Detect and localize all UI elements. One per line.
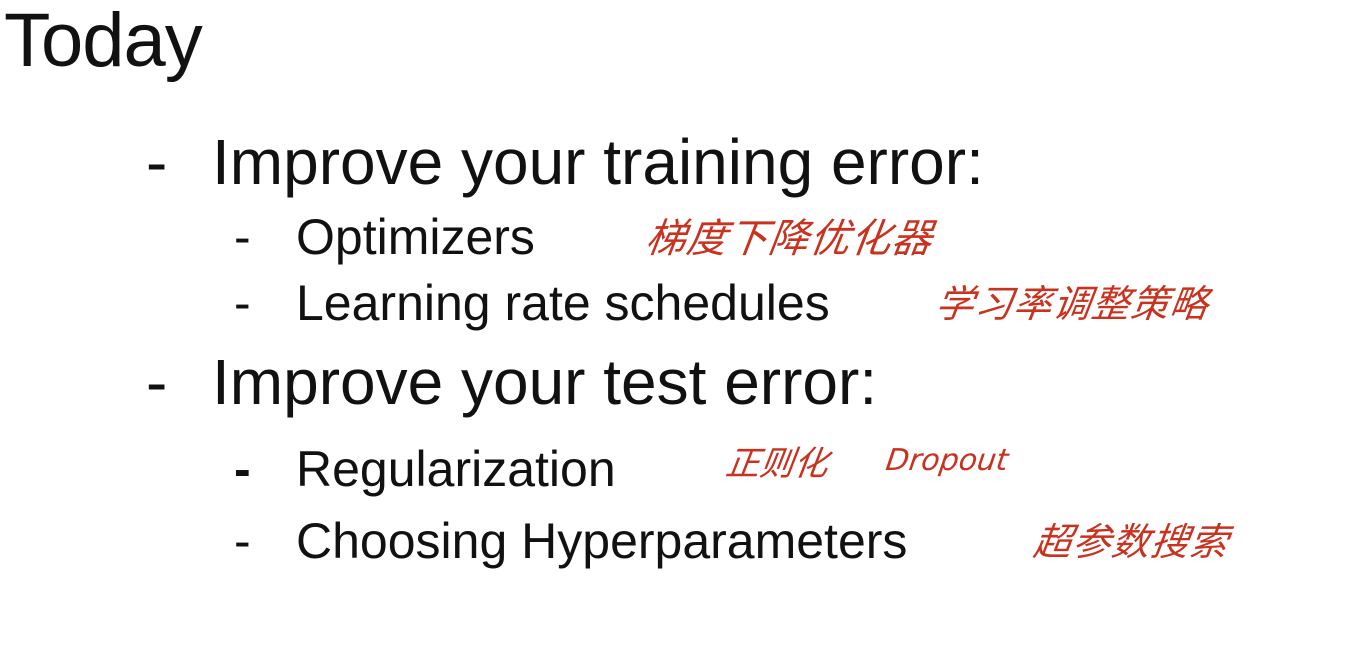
sub-bullet-dash: - (234, 513, 251, 569)
sub-bullet-dash: - (234, 209, 251, 265)
handwritten-note-learning-rate: 学习率调整策略 (932, 282, 1213, 326)
sub-bullet-text: Optimizers (296, 209, 535, 265)
sub-bullet-optimizers: - Optimizers (234, 208, 535, 266)
sub-bullet-dash: - (234, 275, 251, 331)
bullet-test-error: - Improve your test error: (146, 346, 877, 418)
bullet-dash: - (146, 126, 168, 198)
handwritten-note-hyperparameters: 超参数搜索 (1030, 520, 1233, 564)
handwritten-note-optimizers: 梯度下降优化器 (642, 216, 937, 262)
bullet-text: Improve your test error: (212, 346, 878, 418)
sub-bullet-dash: - (234, 441, 251, 497)
bullet-text: Improve your training error: (212, 126, 984, 198)
sub-bullet-text: Learning rate schedules (296, 275, 830, 331)
sub-bullet-regularization: - Regularization (234, 440, 616, 498)
sub-bullet-text: Choosing Hyperparameters (296, 513, 908, 569)
handwritten-note-dropout: Dropout (883, 443, 1011, 478)
bullet-training-error: - Improve your training error: (146, 126, 984, 198)
handwritten-note-regularization: 正则化 (723, 444, 831, 484)
sub-bullet-text: Regularization (296, 441, 616, 497)
bullet-dash: - (146, 346, 168, 418)
sub-bullet-hyperparameters: - Choosing Hyperparameters (234, 512, 907, 570)
slide: Today - Improve your training error: - Opt… (0, 0, 1354, 645)
sub-bullet-learning-rate: - Learning rate schedules (234, 274, 830, 332)
slide-title: Today (4, 0, 203, 83)
